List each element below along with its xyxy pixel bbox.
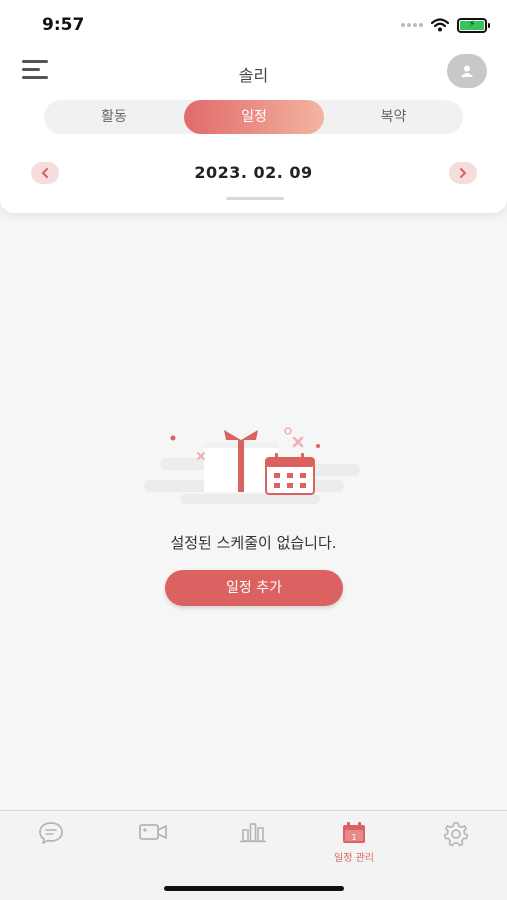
bar-chart-icon (240, 823, 266, 843)
calendar-icon: 1 (343, 822, 365, 843)
tab-chat[interactable] (11, 821, 91, 871)
tab-schedule-management[interactable]: 1 일정 관리 (314, 821, 394, 871)
date-navigator: 2023. 02. 09 (0, 158, 507, 188)
svg-text:1: 1 (351, 833, 356, 842)
gift-calendar-illustration (144, 427, 360, 504)
app-title: 솔리 (238, 66, 269, 85)
drag-handle[interactable] (226, 197, 284, 200)
profile-avatar-button[interactable] (447, 54, 487, 88)
tab-schedule[interactable]: 일정 (184, 100, 324, 134)
tab-medication[interactable]: 복약 (324, 100, 463, 134)
status-time: 9:57 (42, 15, 85, 35)
current-date: 2023. 02. 09 (194, 163, 313, 182)
status-icons: ⚡ (401, 17, 490, 33)
signal-icon (401, 23, 423, 27)
wifi-icon (431, 18, 449, 32)
next-date-button[interactable] (449, 162, 477, 184)
battery-icon: ⚡ (457, 17, 490, 33)
home-indicator (164, 886, 344, 891)
top-header: 9:57 ⚡ 솔리 활동 일정 복약 2023. 02. 09 (0, 0, 507, 213)
empty-state-message: 설정된 스케줄이 없습니다. (170, 534, 337, 552)
chevron-right-icon (460, 168, 466, 178)
user-icon (461, 65, 473, 77)
tab-stats[interactable] (213, 821, 293, 871)
chat-bubble-icon (39, 822, 63, 844)
segment-control: 활동 일정 복약 (44, 100, 463, 134)
video-camera-icon (139, 824, 167, 840)
gear-icon (443, 822, 469, 847)
tab-settings[interactable] (416, 821, 496, 871)
add-schedule-button[interactable]: 일정 추가 (165, 570, 343, 606)
tab-video[interactable] (113, 821, 193, 871)
tab-schedule-management-label: 일정 관리 (334, 853, 374, 864)
tab-activity[interactable]: 활동 (44, 100, 184, 134)
